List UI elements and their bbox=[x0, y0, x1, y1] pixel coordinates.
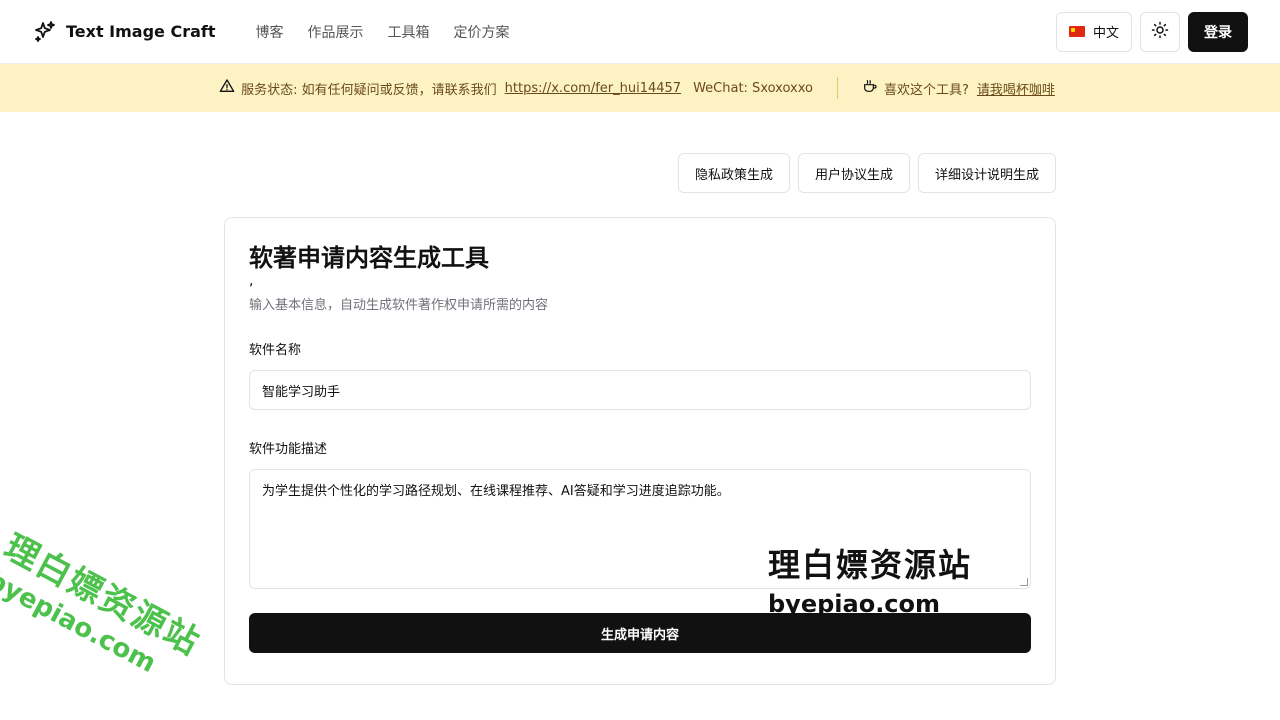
main-nav: 博客 作品展示 工具箱 定价方案 bbox=[256, 22, 510, 42]
status-text: 服务状态: 如有任何疑问或反馈，请联系我们 bbox=[241, 82, 497, 98]
nav-pricing[interactable]: 定价方案 bbox=[454, 22, 510, 42]
header-actions: 中文 登录 bbox=[1055, 11, 1248, 52]
nav-showcase[interactable]: 作品展示 bbox=[308, 22, 364, 42]
software-desc-value: 为学生提供个性化的学习路径规划、在线课程推荐、AI答疑和学习进度追踪功能。 bbox=[262, 484, 730, 499]
top-header: Text Image Craft 博客 作品展示 工具箱 定价方案 中文 登录 bbox=[0, 0, 1280, 64]
privacy-policy-button[interactable]: 隐私政策生成 bbox=[677, 153, 790, 193]
watermark-dark-line2: byepiao.com bbox=[768, 590, 941, 618]
coffee-segment: 喜欢这个工具? 请我喝杯咖啡 bbox=[862, 78, 1061, 98]
page-title: 软著申请内容生成工具 bbox=[249, 244, 489, 272]
resize-handle[interactable] bbox=[1020, 578, 1028, 586]
nav-blog[interactable]: 博客 bbox=[256, 22, 284, 42]
login-button[interactable]: 登录 bbox=[1188, 11, 1248, 52]
software-name-input[interactable]: 智能学习助手 bbox=[249, 370, 1031, 410]
contact-link[interactable]: https://x.com/fer_hui14457 bbox=[505, 81, 681, 96]
user-agreement-button[interactable]: 用户协议生成 bbox=[797, 153, 910, 193]
coffee-link[interactable]: 请我喝杯咖啡 bbox=[977, 79, 1055, 98]
notice-divider bbox=[836, 77, 838, 99]
generate-button[interactable]: 生成申请内容 bbox=[249, 613, 1031, 653]
sparkles-icon bbox=[32, 19, 58, 45]
status-segment: 服务状态: 如有任何疑问或反馈，请联系我们 https://x.com/fer_… bbox=[219, 78, 813, 98]
watermark-dark: 理白嫖资源站 byepiao.com bbox=[768, 540, 972, 618]
theme-toggle-button[interactable] bbox=[1140, 11, 1180, 52]
wechat-text: WeChat: Sxoxoxxo bbox=[693, 80, 813, 96]
watermark-green: 理白嫖资源站 byepiao.com bbox=[0, 520, 211, 693]
sun-icon bbox=[1151, 21, 1169, 43]
coffee-icon bbox=[862, 78, 878, 98]
page-subtitle: 输入基本信息，自动生成软件著作权申请所需的内容 bbox=[249, 298, 549, 313]
software-desc-label: 软件功能描述 bbox=[249, 442, 328, 457]
coffee-text: 喜欢这个工具? bbox=[883, 82, 969, 98]
language-button[interactable]: 中文 bbox=[1055, 11, 1132, 52]
title-mark: , bbox=[249, 273, 254, 289]
nav-toolbox[interactable]: 工具箱 bbox=[388, 22, 430, 42]
watermark-dark-line1: 理白嫖资源站 bbox=[768, 546, 973, 584]
software-name-value: 智能学习助手 bbox=[262, 384, 341, 400]
china-flag-icon bbox=[1068, 26, 1085, 37]
brand[interactable]: Text Image Craft bbox=[32, 19, 216, 45]
language-label: 中文 bbox=[1092, 26, 1119, 41]
design-spec-button[interactable]: 详细设计说明生成 bbox=[917, 153, 1056, 193]
tool-buttons: 隐私政策生成 用户协议生成 详细设计说明生成 bbox=[677, 153, 1056, 193]
status-notice-bar: 服务状态: 如有任何疑问或反馈，请联系我们 https://x.com/fer_… bbox=[0, 64, 1280, 112]
software-name-label: 软件名称 bbox=[249, 343, 302, 358]
warning-icon bbox=[219, 78, 235, 98]
brand-name: Text Image Craft bbox=[66, 22, 216, 41]
